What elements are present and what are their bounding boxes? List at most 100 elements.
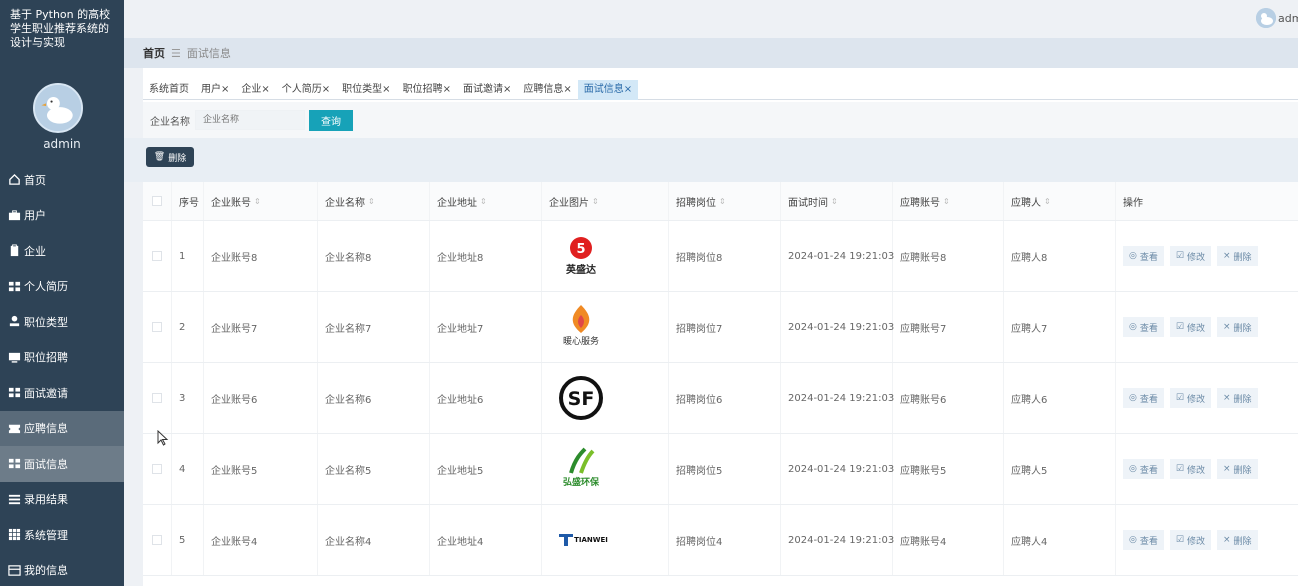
table-header: 序号 企业账号 ⇕ 企业名称 ⇕ 企业地址 ⇕ 企业图片 ⇕ 招聘岗位 ⇕ 面试时间 ⇕ 应聘账号 ⇕ 应聘人… (143, 182, 1298, 221)
view-button[interactable]: ◎ 查看 (1123, 459, 1164, 479)
column-header[interactable]: 企业账号 ⇕ (204, 182, 318, 220)
sort-icon[interactable]: ⇕ (943, 197, 950, 206)
row-checkbox[interactable] (152, 393, 162, 403)
sort-icon[interactable]: ⇕ (592, 197, 599, 206)
table-row[interactable]: 1 企业账号8 企业名称8 企业地址8 5 英盛达 招聘岗位8 2024-01-24 19:2… (143, 221, 1298, 292)
select-all-checkbox[interactable] (152, 196, 162, 206)
sidebar-item-1[interactable]: 用户 (0, 198, 124, 234)
view-button[interactable]: ◎ 查看 (1123, 317, 1164, 337)
tab-6[interactable]: 面试邀请× (457, 80, 517, 100)
user-avatar[interactable] (1256, 8, 1276, 28)
view-button[interactable]: ◎ 查看 (1123, 388, 1164, 408)
company-logo: 5 英盛达 (549, 224, 613, 288)
sidebar-item-9[interactable]: 录用结果 (0, 482, 124, 518)
header-user-name[interactable]: admin (1278, 12, 1298, 25)
sort-icon[interactable]: ⇕ (368, 197, 375, 206)
close-icon[interactable]: × (563, 84, 571, 95)
column-header[interactable]: 企业图片 ⇕ (542, 182, 669, 220)
row-checkbox[interactable] (152, 251, 162, 261)
tab-0[interactable]: 系统首页 (143, 80, 195, 100)
company-logo: SF (549, 366, 613, 430)
cell-idx: 5 (172, 505, 204, 575)
admin-avatar[interactable] (33, 83, 83, 133)
row-checkbox[interactable] (152, 464, 162, 474)
tab-5[interactable]: 职位招聘× (397, 80, 457, 100)
close-icon: × (1222, 251, 1231, 261)
table-row[interactable]: 2 企业账号7 企业名称7 企业地址7 暖心服务 招聘岗位7 2024-01-24 19:2… (143, 292, 1298, 363)
sort-icon[interactable]: ⇕ (254, 197, 261, 206)
cell-text: 应聘人8 (1011, 252, 1048, 264)
delete-button[interactable]: × 删除 (1216, 459, 1258, 479)
cell-text: 应聘账号6 (900, 394, 947, 406)
edit-button[interactable]: ☑ 修改 (1169, 246, 1211, 266)
view-label: 查看 (1139, 323, 1158, 334)
sort-icon[interactable]: ⇕ (719, 197, 726, 206)
tab-7[interactable]: 应聘信息× (517, 80, 577, 100)
close-icon[interactable]: × (261, 84, 269, 95)
column-header[interactable]: 面试时间 ⇕ (781, 182, 893, 220)
close-icon[interactable]: × (503, 84, 511, 95)
close-icon[interactable]: × (443, 84, 451, 95)
column-header[interactable]: 企业地址 ⇕ (430, 182, 542, 220)
close-icon[interactable]: × (322, 84, 330, 95)
column-header-label: 应聘人 (1011, 197, 1041, 209)
sidebar-item-10[interactable]: 系统管理 (0, 517, 124, 553)
search-label: 企业名称 (150, 116, 190, 128)
cell-idx: 4 (172, 434, 204, 504)
edit-button[interactable]: ☑ 修改 (1169, 459, 1211, 479)
tab-4[interactable]: 职位类型× (336, 80, 396, 100)
sidebar-item-7[interactable]: 应聘信息 (0, 410, 124, 446)
column-header[interactable]: 企业名称 ⇕ (318, 182, 430, 220)
close-icon[interactable]: × (624, 84, 632, 95)
view-button[interactable]: ◎ 查看 (1123, 246, 1164, 266)
sidebar-item-8[interactable]: 面试信息 (0, 446, 124, 482)
sidebar-item-2[interactable]: 企业 (0, 233, 124, 269)
column-header[interactable]: 应聘人 ⇕ (1004, 182, 1116, 220)
search-input[interactable] (195, 110, 305, 130)
delete-button[interactable]: × 删除 (1216, 246, 1258, 266)
sidebar-item-5[interactable]: 职位招聘 (0, 340, 124, 376)
row-checkbox[interactable] (152, 322, 162, 332)
row-checkbox[interactable] (152, 535, 162, 545)
tab-8[interactable]: 面试信息× (577, 80, 639, 100)
cell-acct: 企业账号7 (204, 292, 318, 362)
sidebar-item-label: 面试信息 (24, 457, 68, 471)
delete-button[interactable]: × 删除 (1216, 317, 1258, 337)
column-header-label: 序号 (179, 197, 199, 209)
table-row[interactable]: 5 企业账号4 企业名称4 企业地址4 TIANWEI 招聘岗位4 2024-01-24 1… (143, 505, 1298, 576)
sidebar-item-6[interactable]: 面试邀请 (0, 375, 124, 411)
close-icon[interactable]: × (382, 84, 390, 95)
column-header[interactable]: 应聘账号 ⇕ (893, 182, 1004, 220)
view-button[interactable]: ◎ 查看 (1123, 530, 1164, 550)
sidebar-item-4[interactable]: 职位类型 (0, 304, 124, 340)
edit-button[interactable]: ☑ 修改 (1169, 388, 1211, 408)
edit-label: 修改 (1186, 465, 1205, 476)
breadcrumb-home[interactable]: 首页 (143, 45, 165, 61)
sidebar-item-11[interactable]: 我的信息 (0, 553, 124, 586)
sidebar-item-3[interactable]: 个人简历 (0, 269, 124, 305)
delete-button[interactable]: × 删除 (1216, 530, 1258, 550)
edit-button[interactable]: ☑ 修改 (1169, 317, 1211, 337)
tab-3[interactable]: 个人简历× (276, 80, 336, 100)
tab-2[interactable]: 企业× (235, 80, 275, 100)
sort-icon[interactable]: ⇕ (831, 197, 838, 206)
tab-1[interactable]: 用户× (195, 80, 235, 100)
table-row[interactable]: 4 企业账号5 企业名称5 企业地址5 弘盛环保 招聘岗位5 2024-01-24 19:2… (143, 434, 1298, 505)
cell-actions: ◎ 查看 ☑ 修改 × 删除 (1116, 434, 1298, 504)
column-header[interactable]: 招聘岗位 ⇕ (669, 182, 781, 220)
sort-icon[interactable]: ⇕ (480, 197, 487, 206)
edit-button[interactable]: ☑ 修改 (1169, 530, 1211, 550)
delete-button[interactable]: × 删除 (1216, 388, 1258, 408)
cell-text: 招聘岗位8 (676, 252, 723, 264)
table-row[interactable]: 3 企业账号6 企业名称6 企业地址6 SF 招聘岗位6 2024-01-24 19:21:… (143, 363, 1298, 434)
cell-text: 企业名称7 (325, 323, 372, 335)
sidebar-item-0[interactable]: 首页 (0, 162, 124, 198)
sort-icon[interactable]: ⇕ (1044, 197, 1051, 206)
cell-text: 2024-01-24 19:21:03 (788, 321, 895, 333)
search-row: 企业名称 查询 (143, 102, 1298, 138)
search-button[interactable]: 查询 (309, 109, 353, 131)
close-icon[interactable]: × (221, 84, 229, 95)
cell-text: 2 (179, 321, 186, 333)
cell-text: 企业名称5 (325, 465, 372, 477)
batch-delete-button[interactable]: 🗑 删除 (146, 147, 194, 167)
